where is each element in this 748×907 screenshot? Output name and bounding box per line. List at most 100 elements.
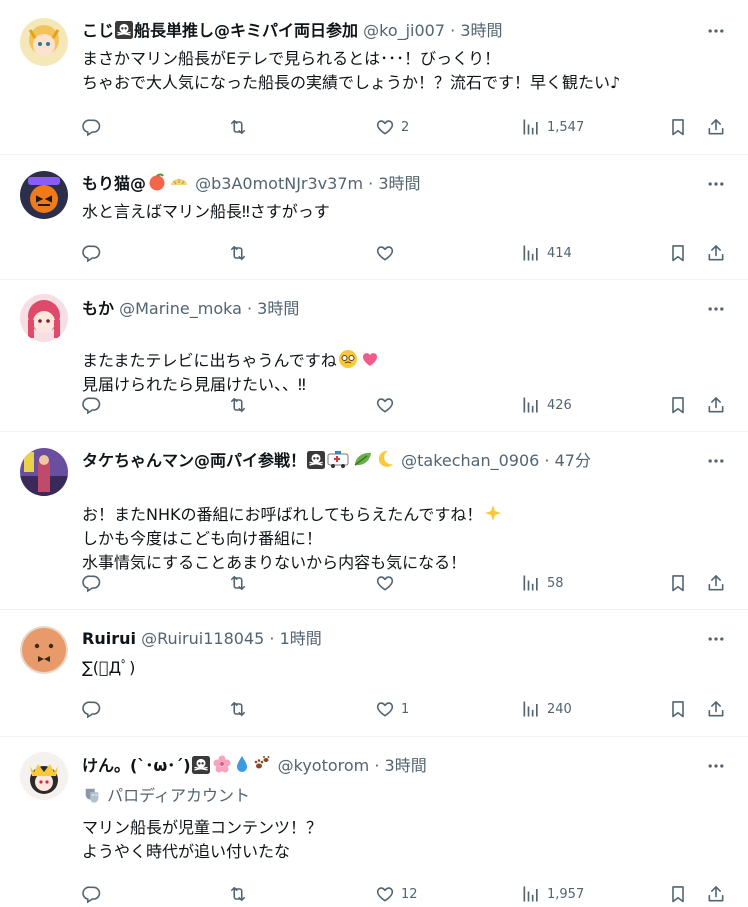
tweet[interactable]: タケちゃんマン@両パイ参戦！ @takechan_0906 · 47分 お！また…	[0, 432, 748, 610]
tweet[interactable]: もり猫@ @b3A0motNJr3v37m · 3時間 水と言えばマリン船長‼さ…	[0, 155, 748, 280]
timestamp[interactable]: 3時間	[378, 174, 420, 193]
timestamp[interactable]: 3時間	[257, 299, 299, 318]
retweet-button[interactable]	[228, 393, 248, 417]
reply-button[interactable]	[82, 697, 102, 721]
heart-icon	[375, 573, 395, 593]
display-name[interactable]: Ruirui	[82, 629, 136, 648]
bookmark-button[interactable]	[668, 241, 688, 265]
timestamp[interactable]: 1時間	[280, 629, 322, 648]
more-options-icon[interactable]	[706, 756, 726, 776]
heart-icon	[375, 395, 395, 415]
parody-label-text: パロディアカウント	[107, 786, 250, 805]
more-options-icon[interactable]	[706, 174, 726, 194]
like-button[interactable]	[375, 393, 401, 417]
action-bar: 414	[82, 241, 728, 265]
bookmark-button[interactable]	[668, 115, 688, 139]
share-button[interactable]	[706, 241, 726, 265]
like-button[interactable]	[375, 571, 401, 595]
tweet[interactable]: こじ 船長単推し@キミパイ両日参加 @ko_ji007 · 3時間 まさかマリン船…	[0, 0, 748, 155]
separator: ·	[241, 299, 258, 318]
reply-button[interactable]	[82, 571, 102, 595]
like-button[interactable]: 1	[375, 697, 409, 721]
bookmark-button[interactable]	[668, 882, 688, 906]
avatar[interactable]	[20, 626, 68, 674]
reply-button[interactable]	[82, 393, 102, 417]
separator: ·	[445, 21, 461, 40]
avatar[interactable]	[20, 448, 68, 496]
avatar[interactable]	[20, 171, 68, 219]
bookmark-button[interactable]	[668, 571, 688, 595]
handle[interactable]: @ko_ji007	[363, 21, 445, 40]
avatar[interactable]	[20, 294, 68, 342]
views-icon	[521, 573, 541, 593]
like-button[interactable]: 2	[375, 115, 409, 139]
reply-button[interactable]	[82, 241, 102, 265]
display-name[interactable]: けん。(`･ω･´)	[82, 756, 191, 775]
views-button[interactable]: 58	[521, 571, 564, 595]
avatar[interactable]	[20, 18, 68, 66]
timestamp[interactable]: 47分	[555, 451, 591, 470]
bookmark-button[interactable]	[668, 697, 688, 721]
views-icon	[521, 117, 541, 137]
share-button[interactable]	[706, 115, 726, 139]
view-count: 1,957	[547, 886, 585, 902]
theater-masks-icon	[85, 788, 99, 803]
tweet[interactable]: Ruirui @Ruirui118045 · 1時間 ∑(ﾟДﾟ) 1 240	[0, 610, 748, 737]
tweet-header: こじ 船長単推し@キミパイ両日参加 @ko_ji007 · 3時間	[82, 19, 688, 43]
handle[interactable]: @takechan_0906	[401, 451, 539, 470]
display-name[interactable]: もか	[82, 299, 114, 318]
tweet-text: お！またNHKの番組にお呼ばれしてもらえたんですね！	[82, 505, 483, 524]
reply-button[interactable]	[82, 115, 102, 139]
handle[interactable]: @Ruirui118045	[141, 629, 264, 648]
retweet-icon	[228, 117, 248, 137]
bookmark-button[interactable]	[668, 393, 688, 417]
tweet[interactable]: もか @Marine_moka · 3時間 またまたテレビに出ちゃうんですね 見…	[0, 280, 748, 432]
share-button[interactable]	[706, 571, 726, 595]
tweet[interactable]: けん。(`･ω･´) @kyotorom · 3時間 パロディアカウント マリン…	[0, 737, 748, 907]
retweet-button[interactable]	[228, 241, 248, 265]
retweet-button[interactable]	[228, 882, 248, 906]
share-button[interactable]	[706, 882, 726, 906]
share-button[interactable]	[706, 393, 726, 417]
more-options-icon[interactable]	[706, 451, 726, 471]
views-icon	[521, 395, 541, 415]
separator: ·	[363, 174, 379, 193]
avatar[interactable]	[20, 752, 68, 800]
more-options-icon[interactable]	[706, 21, 726, 41]
views-button[interactable]: 1,547	[521, 115, 584, 139]
like-button[interactable]	[375, 241, 401, 265]
heart-icon	[375, 243, 395, 263]
views-button[interactable]: 426	[521, 393, 572, 417]
bookmark-icon	[668, 395, 688, 415]
tweet-text: またまたテレビに出ちゃうんですね	[82, 351, 337, 370]
reply-icon	[82, 573, 102, 593]
handle[interactable]: @kyotorom	[278, 756, 370, 775]
display-name[interactable]: もり猫@	[82, 174, 146, 193]
separator: ·	[369, 756, 385, 775]
views-button[interactable]: 240	[521, 697, 572, 721]
views-button[interactable]: 1,957	[521, 882, 584, 906]
display-name-suffix[interactable]: 船長単推し@キミパイ両日参加	[134, 21, 358, 40]
display-name[interactable]: タケちゃんマン@両パイ参戦！	[82, 451, 306, 470]
timestamp[interactable]: 3時間	[385, 756, 427, 775]
retweet-icon	[228, 395, 248, 415]
heart-icon	[375, 884, 395, 904]
like-button[interactable]: 12	[375, 882, 418, 906]
like-count: 1	[401, 701, 410, 717]
view-count: 240	[547, 701, 572, 717]
retweet-button[interactable]	[228, 697, 248, 721]
views-button[interactable]: 414	[521, 241, 572, 265]
heart-emoji-icon	[362, 353, 377, 366]
retweet-button[interactable]	[228, 571, 248, 595]
display-name[interactable]: こじ	[82, 21, 114, 40]
tweet-header: もか @Marine_moka · 3時間	[82, 297, 688, 321]
retweet-button[interactable]	[228, 115, 248, 139]
action-bar: 58	[82, 571, 728, 595]
handle[interactable]: @b3A0motNJr3v37m	[195, 174, 363, 193]
more-options-icon[interactable]	[706, 299, 726, 319]
reply-button[interactable]	[82, 882, 102, 906]
more-options-icon[interactable]	[706, 629, 726, 649]
handle[interactable]: @Marine_moka	[119, 299, 242, 318]
timestamp[interactable]: 3時間	[460, 21, 502, 40]
share-button[interactable]	[706, 697, 726, 721]
